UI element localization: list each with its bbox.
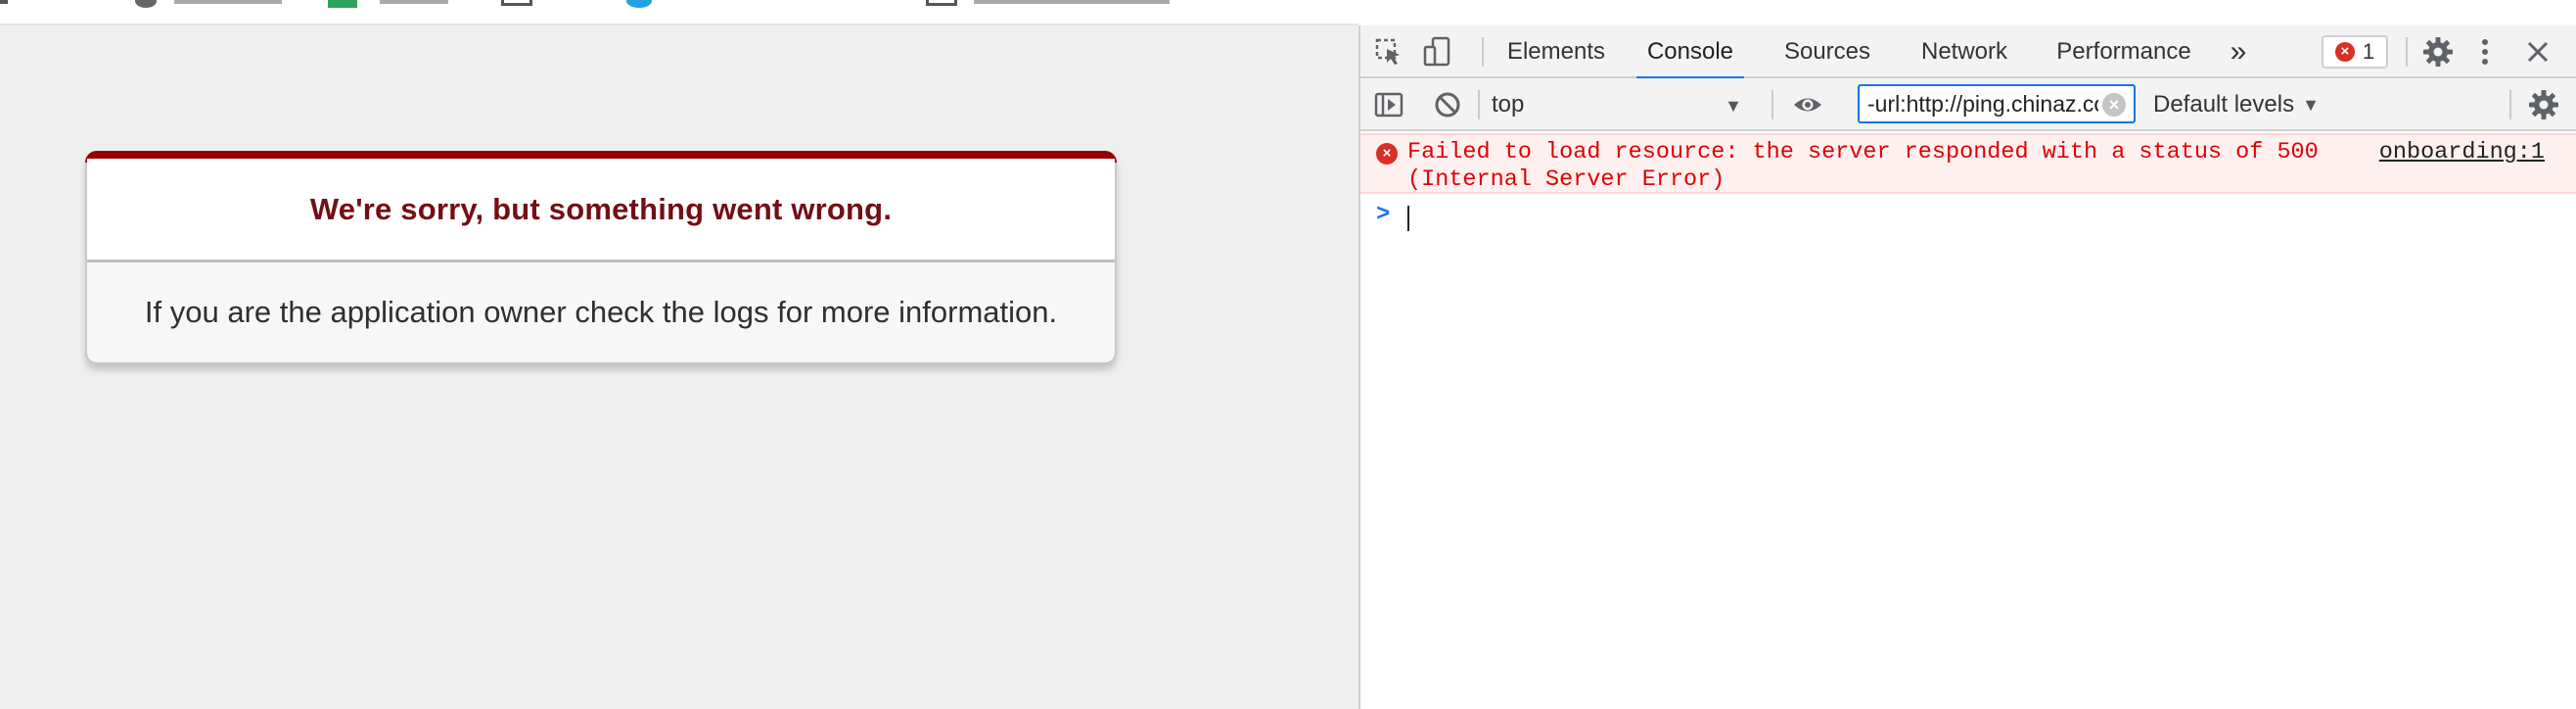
console-filter-input[interactable] [1858,84,2136,123]
toolbar-divider [2509,90,2511,119]
context-selector[interactable]: top ▼ [1492,87,1756,122]
log-levels-label: Default levels [2153,91,2295,118]
tab-sources[interactable]: Sources [1773,25,1881,78]
bookmarks-bar [0,0,1358,25]
console-error-text: Failed to load resource: the server resp… [1407,139,2319,193]
console-source-link[interactable]: onboarding:1 [2379,139,2545,166]
log-levels-dropdown[interactable]: Default levels ▼ [2153,87,2320,122]
console-settings-gear-icon[interactable] [2527,88,2560,121]
gear-icon[interactable] [2421,35,2455,69]
error-icon: × [1376,143,1398,165]
close-icon[interactable] [2521,35,2554,69]
sidebar-toggle-icon[interactable] [1372,88,1405,121]
error-icon: × [2334,42,2355,62]
error-title: We're sorry, but something went wrong. [309,191,893,226]
inspect-element-icon[interactable] [1372,35,1405,69]
console-input-caret[interactable] [1407,206,1409,231]
clear-filter-icon[interactable]: × [2102,93,2126,117]
more-tabs-button[interactable]: » [2222,25,2255,78]
tab-performance[interactable]: Performance [2047,25,2200,78]
error-header: We're sorry, but something went wrong. [87,159,1115,262]
console-output: × Failed to load resource: the server re… [1360,133,2576,709]
bookmark-label[interactable] [974,0,1170,4]
bookmark-icon[interactable] [135,0,157,8]
toolbar-divider [2406,37,2408,67]
tab-console[interactable]: Console [1636,25,1744,80]
console-filter-bar: top ▼ × Default levels ▼ [1360,78,2576,131]
bookmark-icon[interactable] [328,0,357,8]
error-body: If you are the application owner check t… [87,262,1115,362]
context-value: top [1492,91,1525,118]
devtools-main-toolbar: Elements Console Sources Network Perform… [1360,25,2576,80]
page-viewport: We're sorry, but something went wrong. I… [0,25,1358,709]
live-expression-icon[interactable] [1791,88,1824,121]
bookmark-label[interactable] [174,0,282,4]
dropdown-arrow-icon: ▼ [2302,94,2320,115]
clear-console-icon[interactable] [1431,88,1464,121]
kebab-menu-icon[interactable] [2468,35,2502,69]
console-error-message: × Failed to load resource: the server re… [1360,133,2576,194]
toolbar-divider [1771,90,1773,119]
tab-network[interactable]: Network [1910,25,2018,78]
error-count: 1 [2362,39,2375,64]
console-prompt-icon: > [1376,202,1391,228]
bookmark-icon[interactable] [0,0,8,4]
error-count-badge[interactable]: × 1 [2322,35,2388,69]
bookmark-icon[interactable] [926,0,957,6]
bookmark-icon[interactable] [501,0,532,6]
toolbar-divider [1482,37,1484,67]
tab-elements[interactable]: Elements [1499,25,1613,78]
dropdown-arrow-icon: ▼ [1725,96,1742,116]
error-message: If you are the application owner check t… [144,295,1058,329]
devtools-panel: Elements Console Sources Network Perform… [1358,25,2576,709]
device-toolbar-icon[interactable] [1421,35,1454,69]
bookmark-icon[interactable] [626,0,652,8]
toolbar-divider [1478,90,1480,119]
error-dialog: We're sorry, but something went wrong. I… [85,151,1117,364]
bookmark-label[interactable] [380,0,448,4]
